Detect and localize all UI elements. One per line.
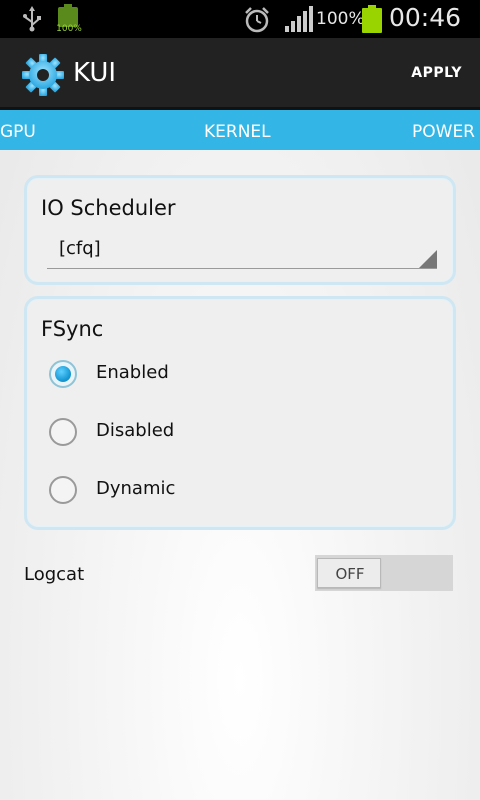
fsync-option-enabled[interactable]: Enabled <box>47 355 427 395</box>
logcat-toggle[interactable]: OFF <box>315 555 453 591</box>
apply-button[interactable]: APPLY <box>411 65 462 81</box>
radio-label-enabled: Enabled <box>96 362 169 383</box>
io-scheduler-title: IO Scheduler <box>41 196 176 220</box>
radio-label-dynamic: Dynamic <box>96 478 176 499</box>
alarm-icon <box>245 7 269 33</box>
radio-disabled[interactable] <box>49 418 77 446</box>
battery-percent: 100% <box>316 9 365 29</box>
gear-icon[interactable] <box>22 54 64 96</box>
logcat-toggle-thumb: OFF <box>317 558 381 588</box>
fsync-title: FSync <box>41 317 104 341</box>
radio-label-disabled: Disabled <box>96 420 175 441</box>
tab-kernel[interactable]: KERNEL <box>204 122 271 142</box>
fsync-option-dynamic[interactable]: Dynamic <box>47 471 427 511</box>
spinner-arrow-icon <box>419 250 437 268</box>
battery-small-text: 100% <box>56 24 82 34</box>
logcat-toggle-text: OFF <box>335 565 365 583</box>
clock: 00:46 <box>389 3 462 32</box>
tab-strip: GPU KERNEL POWER <box>0 110 480 150</box>
radio-dynamic[interactable] <box>49 476 77 504</box>
fsync-card: FSync Enabled Disabled Dynamic <box>24 296 456 530</box>
io-scheduler-card: IO Scheduler [cfq] <box>24 175 456 285</box>
app-title: KUI <box>73 58 117 88</box>
io-scheduler-spinner[interactable]: [cfq] <box>47 236 437 269</box>
tab-gpu[interactable]: GPU <box>0 122 36 142</box>
io-scheduler-value: [cfq] <box>59 238 101 259</box>
logcat-label: Logcat <box>24 564 85 585</box>
fsync-option-disabled[interactable]: Disabled <box>47 413 427 453</box>
signal-icon <box>285 6 313 32</box>
battery-icon <box>362 5 382 33</box>
battery-small-icon: 100% <box>56 4 82 34</box>
usb-icon <box>23 6 41 32</box>
radio-enabled[interactable] <box>49 360 77 388</box>
action-bar: KUI APPLY <box>0 38 480 110</box>
tab-power[interactable]: POWER <box>412 122 475 142</box>
status-bar: 100% 100% 00:46 <box>0 0 480 38</box>
